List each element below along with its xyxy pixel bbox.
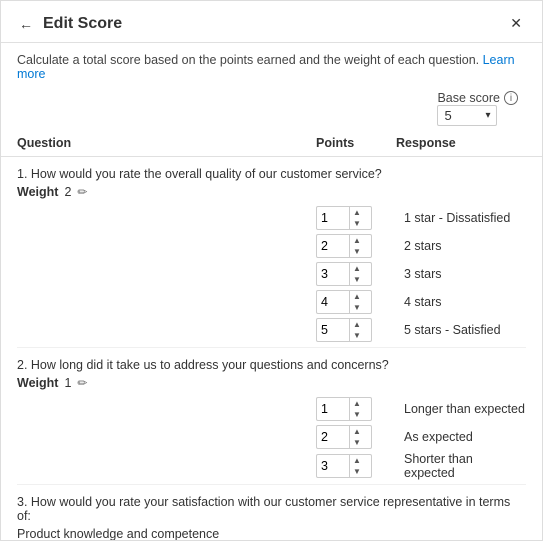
- question-1-responses: ▲ ▼ 1 star - Dissatisfied ▲ ▼: [17, 205, 526, 343]
- points-input-field[interactable]: [317, 239, 349, 253]
- spinner-down[interactable]: ▼: [350, 302, 364, 313]
- spinner-group: ▲ ▼: [349, 291, 364, 313]
- spinner-up[interactable]: ▲: [350, 235, 364, 246]
- weight-value-1: 2: [64, 185, 71, 199]
- points-input-field[interactable]: [317, 267, 349, 281]
- points-input-field[interactable]: [317, 323, 349, 337]
- dialog-header: ← Edit Score ✕: [1, 1, 542, 43]
- table-row: ▲ ▼ Shorter than expected: [17, 452, 526, 480]
- points-input-1-1[interactable]: ▲ ▼: [316, 206, 372, 230]
- points-input-1-3[interactable]: ▲ ▼: [316, 262, 372, 286]
- points-input-field[interactable]: [317, 295, 349, 309]
- edit-weight-2-icon[interactable]: ✏: [77, 376, 87, 390]
- col-question: Question: [17, 136, 316, 150]
- response-text-2-1: Longer than expected: [396, 402, 526, 416]
- spinner-up[interactable]: ▲: [350, 319, 364, 330]
- spinner-group: ▲ ▼: [349, 319, 364, 341]
- response-text-2-2: As expected: [396, 430, 526, 444]
- chevron-down-icon: ▾: [485, 110, 490, 121]
- spinner-down[interactable]: ▼: [350, 409, 364, 420]
- points-input-field[interactable]: [317, 402, 349, 416]
- response-text-1-1: 1 star - Dissatisfied: [396, 211, 526, 225]
- table-row: ▲ ▼ 3 stars: [17, 261, 526, 287]
- back-button[interactable]: ←: [17, 14, 35, 34]
- points-input-1-4[interactable]: ▲ ▼: [316, 290, 372, 314]
- spinner-down[interactable]: ▼: [350, 330, 364, 341]
- question-1-text: 1. How would you rate the overall qualit…: [17, 167, 526, 181]
- base-score-value: 5: [444, 108, 451, 123]
- dialog-title: Edit Score: [43, 15, 506, 33]
- spinner-up[interactable]: ▲: [350, 207, 364, 218]
- question-3-block: 3. How would you rate your satisfaction …: [17, 485, 526, 540]
- response-text-1-3: 3 stars: [396, 267, 526, 281]
- spinner-group: ▲ ▼: [349, 398, 364, 420]
- weight-label-1: Weight: [17, 185, 58, 199]
- base-score-label: Base score i: [437, 91, 518, 105]
- info-icon[interactable]: i: [504, 91, 518, 105]
- spinner-up[interactable]: ▲: [350, 291, 364, 302]
- question-2-responses: ▲ ▼ Longer than expected ▲ ▼: [17, 396, 526, 480]
- edit-score-dialog: ← Edit Score ✕ Calculate a total score b…: [0, 0, 543, 541]
- spinner-up[interactable]: ▲: [350, 426, 364, 437]
- points-input-field[interactable]: [317, 430, 349, 444]
- spinner-down[interactable]: ▼: [350, 466, 364, 477]
- points-input-field[interactable]: [317, 459, 349, 473]
- weight-value-2: 1: [64, 376, 71, 390]
- base-score-dropdown[interactable]: 5 ▾: [437, 105, 497, 126]
- table-row: ▲ ▼ 5 stars - Satisfied: [17, 317, 526, 343]
- spinner-down[interactable]: ▼: [350, 246, 364, 257]
- weight-label-2: Weight: [17, 376, 58, 390]
- question-2-weight-row: Weight 1 ✏: [17, 376, 526, 390]
- response-text-1-4: 4 stars: [396, 295, 526, 309]
- spinner-down[interactable]: ▼: [350, 437, 364, 448]
- base-score-area: Base score i 5 ▾: [1, 91, 542, 126]
- spinner-group: ▲ ▼: [349, 235, 364, 257]
- close-button[interactable]: ✕: [506, 13, 526, 34]
- spinner-up[interactable]: ▲: [350, 263, 364, 274]
- table-row: ▲ ▼ As expected: [17, 424, 526, 450]
- question-2-block: 2. How long did it take us to address yo…: [17, 348, 526, 485]
- col-response: Response: [396, 136, 526, 150]
- table-row: ▲ ▼ Longer than expected: [17, 396, 526, 422]
- table-header: Question Points Response: [1, 130, 542, 157]
- question-1-weight-row: Weight 2 ✏: [17, 185, 526, 199]
- spinner-up[interactable]: ▲: [350, 398, 364, 409]
- points-input-1-2[interactable]: ▲ ▼: [316, 234, 372, 258]
- spinner-group: ▲ ▼: [349, 263, 364, 285]
- points-input-1-5[interactable]: ▲ ▼: [316, 318, 372, 342]
- points-input-2-3[interactable]: ▲ ▼: [316, 454, 372, 478]
- description-area: Calculate a total score based on the poi…: [1, 43, 542, 91]
- questions-content: 1. How would you rate the overall qualit…: [1, 157, 542, 540]
- response-text-2-3: Shorter than expected: [396, 452, 526, 480]
- table-row: ▲ ▼ 1 star - Dissatisfied: [17, 205, 526, 231]
- spinner-group: ▲ ▼: [349, 207, 364, 229]
- question-2-text: 2. How long did it take us to address yo…: [17, 358, 526, 372]
- response-text-1-2: 2 stars: [396, 239, 526, 253]
- question-3-text: 3. How would you rate your satisfaction …: [17, 495, 526, 523]
- points-input-field[interactable]: [317, 211, 349, 225]
- spinner-down[interactable]: ▼: [350, 274, 364, 285]
- col-points: Points: [316, 136, 396, 150]
- spinner-up[interactable]: ▲: [350, 455, 364, 466]
- table-row: ▲ ▼ 2 stars: [17, 233, 526, 259]
- points-input-2-1[interactable]: ▲ ▼: [316, 397, 372, 421]
- spinner-group: ▲ ▼: [349, 455, 364, 477]
- edit-weight-1-icon[interactable]: ✏: [77, 185, 87, 199]
- response-text-1-5: 5 stars - Satisfied: [396, 323, 526, 337]
- description-text: Calculate a total score based on the poi…: [17, 53, 479, 67]
- question-1-block: 1. How would you rate the overall qualit…: [17, 157, 526, 348]
- sub-label-product: Product knowledge and competence: [17, 527, 526, 540]
- spinner-group: ▲ ▼: [349, 426, 364, 448]
- spinner-down[interactable]: ▼: [350, 218, 364, 229]
- points-input-2-2[interactable]: ▲ ▼: [316, 425, 372, 449]
- table-row: ▲ ▼ 4 stars: [17, 289, 526, 315]
